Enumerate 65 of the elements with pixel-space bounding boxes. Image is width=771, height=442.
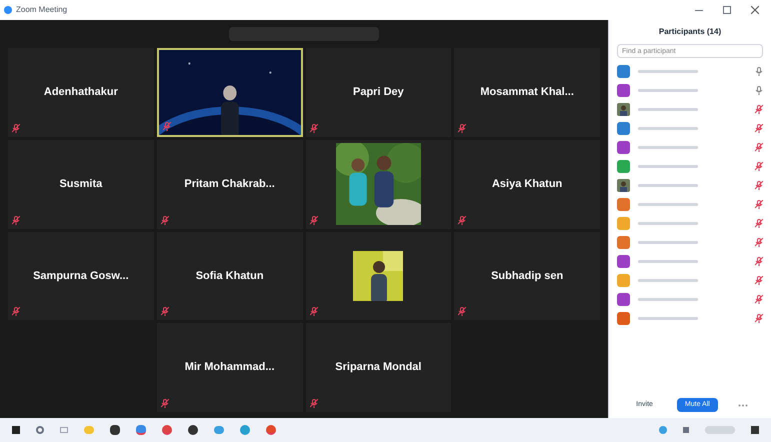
- name-bar: [638, 203, 698, 206]
- name-bar: [638, 260, 698, 263]
- name-bar: [638, 298, 698, 301]
- close-icon[interactable]: [751, 6, 759, 14]
- muted-mic-icon: [755, 276, 763, 285]
- muted-mic-icon: [755, 181, 763, 190]
- name-bar: [638, 165, 698, 168]
- muted-mic-icon: [310, 216, 318, 224]
- name-bar: [638, 70, 698, 73]
- start-icon[interactable]: [12, 426, 20, 434]
- muted-mic-icon: [755, 314, 763, 323]
- mic-icon: [755, 86, 763, 95]
- muted-mic-icon: [310, 307, 318, 316]
- muted-mic-icon: [160, 399, 169, 408]
- participant-name: Mir Mohammad...: [184, 360, 275, 376]
- app-icon: [4, 6, 12, 14]
- task-view-icon[interactable]: [60, 427, 68, 433]
- search-icon[interactable]: [36, 426, 44, 434]
- muted-mic-icon: [12, 216, 20, 224]
- muted-mic-icon: [755, 200, 763, 209]
- muted-mic-icon: [755, 162, 763, 171]
- participant-name: Susmita: [59, 176, 102, 192]
- muted-mic-icon: [755, 105, 763, 114]
- name-bar: [638, 241, 698, 244]
- maximize-icon[interactable]: [723, 6, 731, 14]
- participant-name: Sriparna Mondal: [335, 360, 422, 376]
- participant-name: Sampurna Gosw...: [33, 268, 129, 284]
- participant-name: Sofia Khatun: [196, 268, 264, 284]
- muted-mic-icon: [755, 219, 763, 228]
- muted-mic-icon: [162, 122, 171, 131]
- panel-title: Participants (14): [658, 26, 722, 38]
- muted-mic-icon: [12, 124, 20, 133]
- participant-name: Adenhathakur: [44, 85, 118, 100]
- muted-mic-icon: [755, 124, 763, 133]
- tray-icon[interactable]: [659, 426, 667, 434]
- muted-mic-icon: [12, 307, 20, 316]
- muted-mic-icon: [755, 238, 763, 247]
- name-bar: [638, 108, 698, 111]
- participant-name: Pritam Chakrab...: [184, 176, 275, 192]
- muted-mic-icon: [160, 216, 169, 224]
- muted-mic-icon: [755, 143, 763, 152]
- more-icon[interactable]: [738, 404, 748, 406]
- participant-name: Asiya Khatun: [492, 176, 562, 192]
- name-bar: [638, 146, 698, 149]
- window-title: Zoom Meeting: [16, 4, 68, 16]
- clock-bar: [705, 426, 735, 434]
- muted-mic-icon: [458, 216, 466, 224]
- name-bar: [638, 279, 698, 282]
- name-bar: [638, 184, 698, 187]
- name-bar: [638, 127, 698, 130]
- participant-name: Papri Dey: [353, 85, 404, 100]
- muted-mic-icon: [755, 257, 763, 266]
- name-bar: [638, 222, 698, 225]
- muted-mic-icon: [458, 307, 466, 316]
- muted-mic-icon: [755, 295, 763, 304]
- mic-icon: [755, 67, 763, 76]
- participant-name: Subhadip sen: [491, 268, 564, 284]
- participant-name: Mosammat Khal...: [480, 85, 574, 100]
- name-bar: [638, 89, 698, 92]
- muted-mic-icon: [458, 124, 466, 133]
- muted-mic-icon: [310, 399, 318, 408]
- app-icon[interactable]: [188, 425, 198, 435]
- muted-mic-icon: [160, 307, 169, 316]
- name-bar: [638, 317, 698, 320]
- muted-mic-icon: [310, 124, 318, 133]
